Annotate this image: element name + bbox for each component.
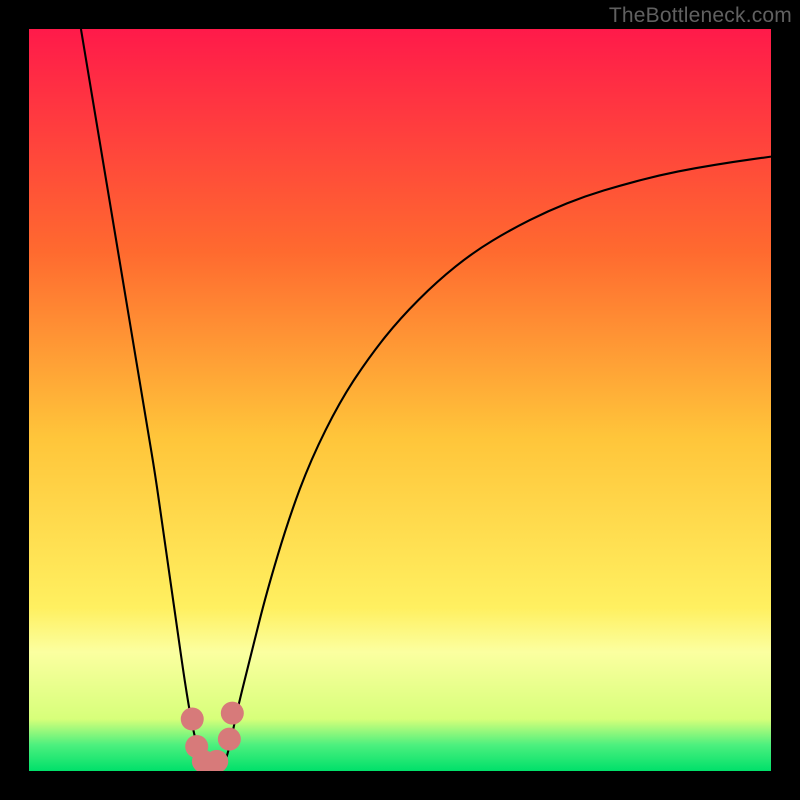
data-marker	[221, 702, 244, 725]
bottleneck-chart	[29, 29, 771, 771]
gradient-panel	[29, 29, 771, 771]
outer-frame: TheBottleneck.com	[0, 0, 800, 800]
attribution-text: TheBottleneck.com	[609, 4, 792, 28]
data-marker	[181, 708, 204, 731]
data-marker	[218, 728, 241, 751]
